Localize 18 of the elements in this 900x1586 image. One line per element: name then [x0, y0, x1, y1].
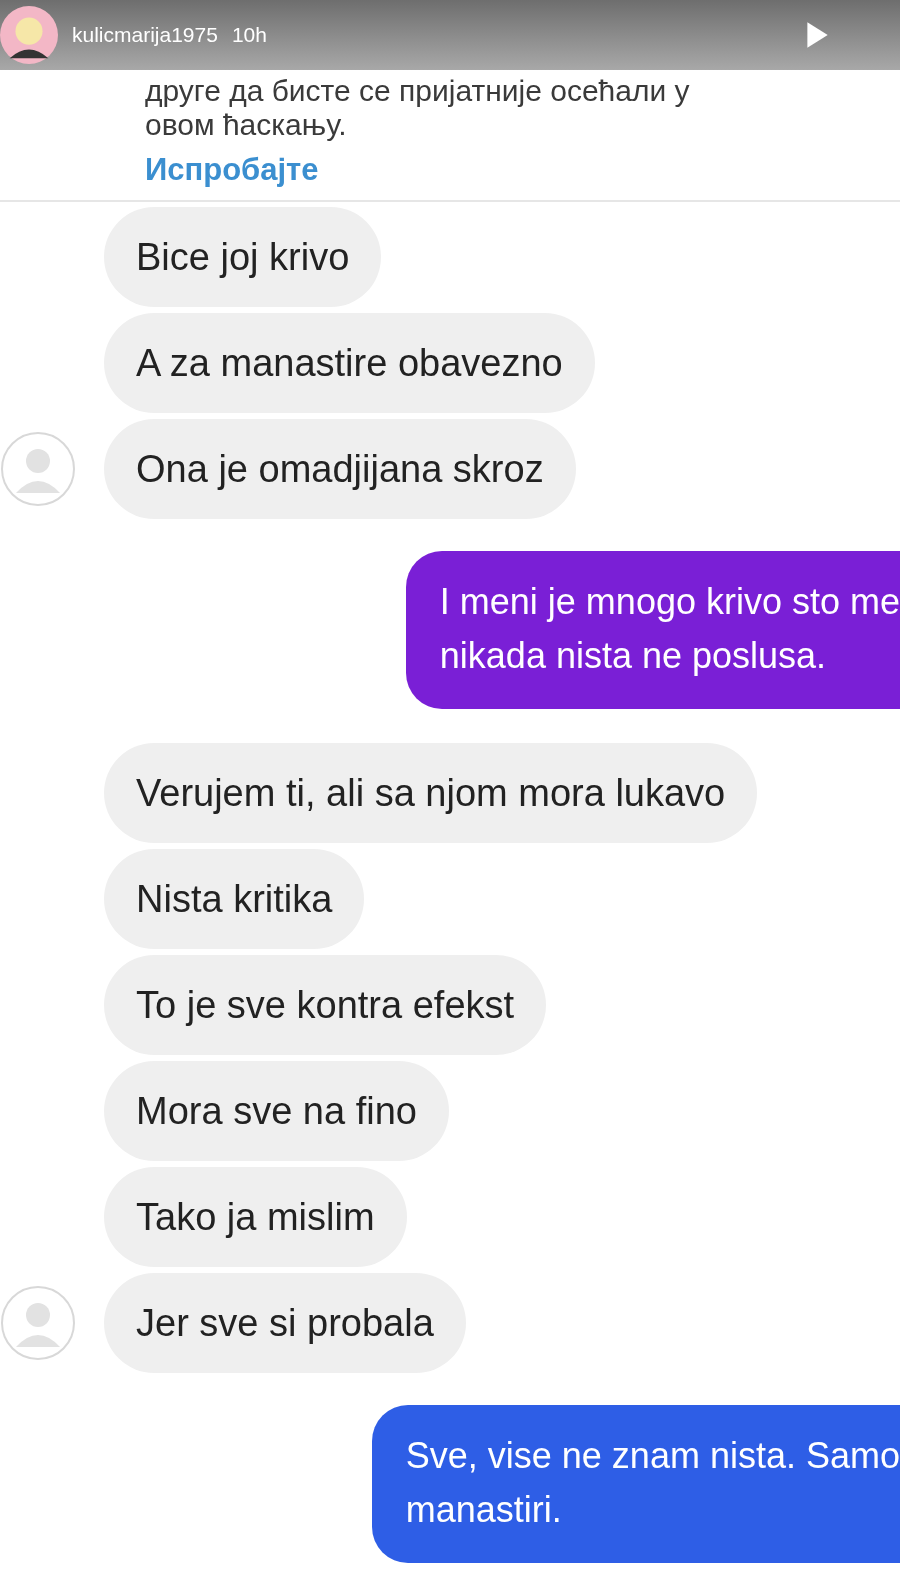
try-link[interactable]: Испробајте [145, 152, 319, 188]
prompt-text: друге да бисте се пријатније осећали у [145, 74, 691, 108]
message-bubble: Ona je omadjijana skroz [104, 419, 576, 519]
message-bubble: Bice joj krivo [104, 207, 382, 307]
message-bubble: To je sve kontra efekst [104, 955, 547, 1055]
message-bubble: Tako ja mislim [104, 1167, 407, 1267]
profile-avatar-icon[interactable] [0, 6, 58, 64]
message-bubble: Sve, vise ne znam nista. Samo manastiri. [371, 1405, 900, 1563]
story-username[interactable]: kulicmarija1975 [72, 23, 218, 47]
message-bubble: Verujem ti, ali sa njom mora lukavo [104, 743, 758, 843]
message-bubble: I meni je mnogo krivo sto me nikada nista ne poslusa. [405, 551, 900, 709]
message-bubble: Nista kritika [104, 849, 365, 949]
story-time: 10h [231, 23, 267, 47]
play-icon[interactable] [804, 20, 830, 50]
message-bubble: Jer sve si probala [104, 1273, 466, 1373]
prompt-text: овом ћаскању. [145, 108, 348, 142]
message-bubble: A za manastire obavezno [104, 313, 595, 413]
message-bubble: Mora sve na fino [104, 1061, 449, 1161]
